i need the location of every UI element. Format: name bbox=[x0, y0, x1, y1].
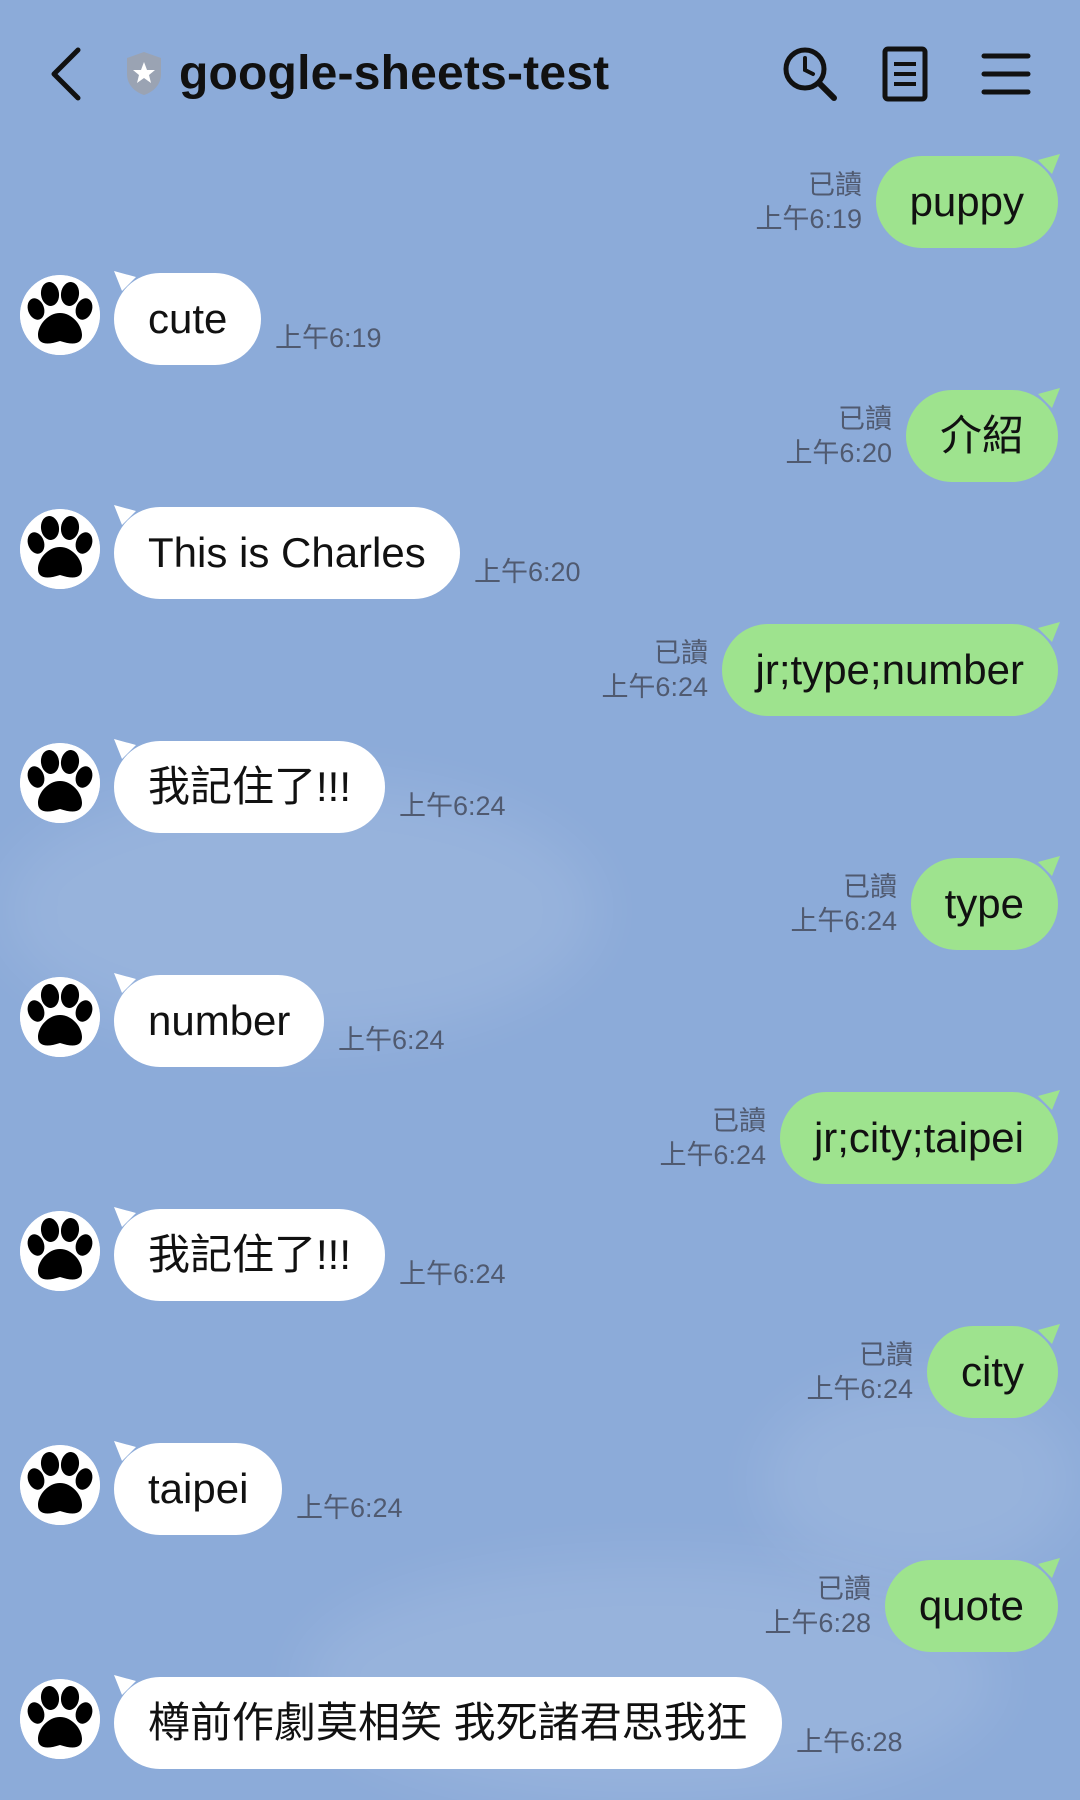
chat-title: google-sheets-test bbox=[179, 47, 610, 100]
incoming-message: 我記住了!!! 上午6:24 bbox=[0, 739, 1080, 841]
message-time: 上午6:20 bbox=[474, 557, 581, 587]
message-bubble[interactable]: This is Charles bbox=[114, 505, 460, 599]
message-time: 上午6:24 bbox=[601, 672, 708, 702]
incoming-message: 樽前作劇莫相笑 我死諸君思我狂 上午6:28 bbox=[0, 1675, 1080, 1777]
message-time: 上午6:28 bbox=[796, 1727, 903, 1757]
bubble-tail bbox=[114, 1441, 136, 1461]
message-meta: 已讀上午6:24 bbox=[659, 1104, 766, 1172]
message-bubble[interactable]: city bbox=[927, 1324, 1060, 1418]
read-receipt: 已讀 bbox=[712, 1106, 766, 1136]
read-receipt: 已讀 bbox=[654, 638, 708, 668]
incoming-message: cute 上午6:19 bbox=[0, 271, 1080, 373]
message-meta: 已讀上午6:24 bbox=[790, 870, 897, 938]
message-time: 上午6:24 bbox=[806, 1374, 913, 1404]
paw-print-icon[interactable] bbox=[20, 1679, 100, 1759]
message-meta: 已讀上午6:28 bbox=[764, 1572, 871, 1640]
message-time: 上午6:19 bbox=[755, 204, 862, 234]
message-time: 上午6:24 bbox=[399, 791, 506, 821]
message-bubble[interactable]: cute bbox=[114, 271, 262, 365]
message-bubble[interactable]: puppy bbox=[875, 154, 1060, 248]
message-time: 上午6:24 bbox=[790, 906, 897, 936]
bubble-tail bbox=[114, 505, 136, 525]
bubble-tail bbox=[1038, 154, 1060, 174]
paw-print-icon[interactable] bbox=[20, 509, 100, 589]
message-bubble[interactable]: number bbox=[114, 973, 325, 1067]
outgoing-message: quote 已讀 上午6:28 bbox=[0, 1558, 1080, 1660]
read-receipt: 已讀 bbox=[843, 872, 897, 902]
shield-star-icon bbox=[127, 52, 161, 95]
paw-print-icon[interactable] bbox=[20, 275, 100, 355]
outgoing-message: jr;type;number 已讀 上午6:24 bbox=[0, 622, 1080, 724]
message-meta: 已讀上午6:19 bbox=[755, 168, 862, 236]
message-bubble[interactable]: taipei bbox=[114, 1441, 283, 1535]
message-time: 上午6:28 bbox=[764, 1608, 871, 1638]
message-time: 上午6:20 bbox=[785, 438, 892, 468]
read-receipt: 已讀 bbox=[808, 170, 862, 200]
chat-header: google-sheets-test bbox=[0, 0, 1080, 150]
bubble-tail bbox=[114, 1207, 136, 1227]
message-bubble[interactable]: 樽前作劇莫相笑 我死諸君思我狂 bbox=[114, 1675, 782, 1769]
bubble-tail bbox=[114, 1675, 136, 1695]
message-bubble[interactable]: jr;city;taipei bbox=[779, 1090, 1060, 1184]
message-time: 上午6:19 bbox=[275, 323, 382, 353]
outgoing-message: type 已讀 上午6:24 bbox=[0, 856, 1080, 958]
bubble-tail bbox=[114, 973, 136, 993]
notes-icon[interactable] bbox=[876, 44, 936, 104]
incoming-message: 我記住了!!! 上午6:24 bbox=[0, 1207, 1080, 1309]
outgoing-message: city 已讀 上午6:24 bbox=[0, 1324, 1080, 1426]
paw-print-icon[interactable] bbox=[20, 1211, 100, 1291]
bubble-tail bbox=[114, 271, 136, 291]
message-bubble[interactable]: 我記住了!!! bbox=[114, 1207, 386, 1301]
message-time: 上午6:24 bbox=[399, 1259, 506, 1289]
message-bubble[interactable]: 介紹 bbox=[905, 388, 1060, 482]
outgoing-message: puppy 已讀 上午6:19 bbox=[0, 154, 1080, 256]
hamburger-menu-icon[interactable] bbox=[976, 44, 1036, 104]
read-receipt: 已讀 bbox=[838, 404, 892, 434]
message-meta: 已讀上午6:24 bbox=[806, 1338, 913, 1406]
bubble-tail bbox=[1038, 388, 1060, 408]
incoming-message: number 上午6:24 bbox=[0, 973, 1080, 1075]
message-time: 上午6:24 bbox=[296, 1493, 403, 1523]
message-bubble[interactable]: type bbox=[910, 856, 1060, 950]
message-time: 上午6:24 bbox=[338, 1025, 445, 1055]
bubble-tail bbox=[1038, 622, 1060, 642]
message-bubble[interactable]: 我記住了!!! bbox=[114, 739, 386, 833]
read-receipt: 已讀 bbox=[859, 1340, 913, 1370]
incoming-message: This is Charles 上午6:20 bbox=[0, 505, 1080, 607]
paw-print-icon[interactable] bbox=[20, 743, 100, 823]
bubble-tail bbox=[1038, 1090, 1060, 1110]
message-meta: 已讀上午6:20 bbox=[785, 402, 892, 470]
outgoing-message: 介紹 已讀上午6:20 bbox=[0, 388, 1080, 490]
back-chevron-icon[interactable] bbox=[44, 44, 92, 104]
paw-print-icon[interactable] bbox=[20, 1445, 100, 1525]
message-bubble[interactable]: jr;type;number bbox=[721, 622, 1060, 716]
incoming-message: taipei 上午6:24 bbox=[0, 1441, 1080, 1543]
read-receipt: 已讀 bbox=[817, 1574, 871, 1604]
message-bubble[interactable]: quote bbox=[884, 1558, 1060, 1652]
bubble-tail bbox=[1038, 1324, 1060, 1344]
outgoing-message: jr;city;taipei 已讀 上午6:24 bbox=[0, 1090, 1080, 1192]
message-meta: 已讀上午6:24 bbox=[601, 636, 708, 704]
bubble-tail bbox=[114, 739, 136, 759]
bubble-tail bbox=[1038, 1558, 1060, 1578]
paw-print-icon[interactable] bbox=[20, 977, 100, 1057]
message-time: 上午6:24 bbox=[659, 1140, 766, 1170]
bubble-tail bbox=[1038, 856, 1060, 876]
search-clock-icon[interactable] bbox=[780, 44, 840, 104]
